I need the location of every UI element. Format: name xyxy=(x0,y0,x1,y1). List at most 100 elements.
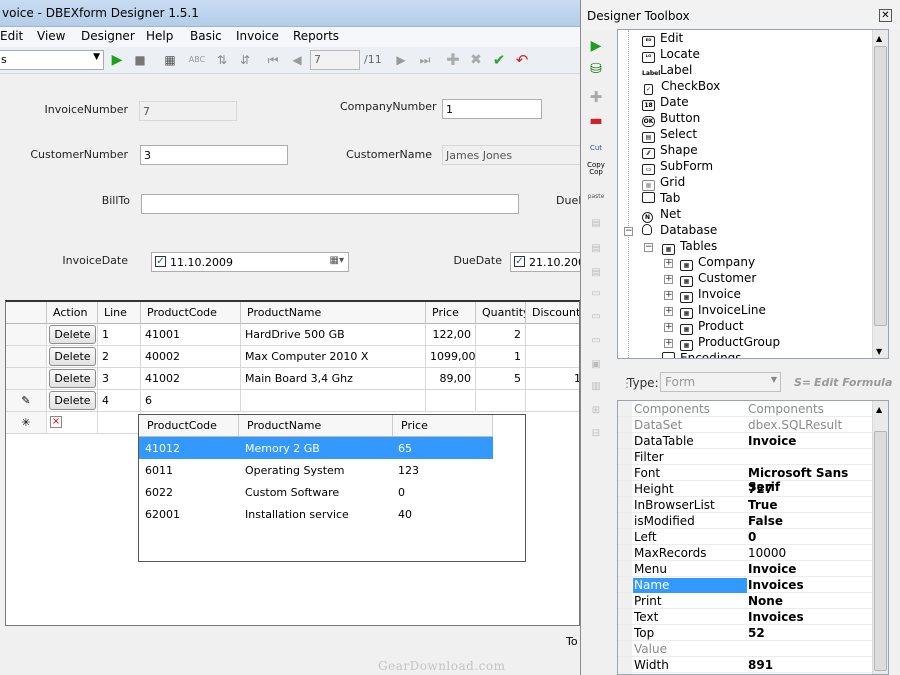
run-icon[interactable]: ▶ xyxy=(108,51,126,69)
tree-item-encodings[interactable]: Encodings xyxy=(662,351,742,358)
tree-item-customer[interactable]: ▦ Customer xyxy=(680,271,756,287)
cell-quantity[interactable]: 5 xyxy=(476,368,526,390)
col-quantity[interactable]: Quantity xyxy=(476,302,526,324)
cell-price[interactable]: 89,00 xyxy=(426,368,476,390)
company-expand-toggle[interactable]: + xyxy=(664,259,673,268)
due-date-field[interactable]: ✓ 21.10.2009 xyxy=(510,252,580,272)
calendar-icon[interactable]: ▦▾ xyxy=(330,255,344,266)
list-item[interactable]: 6022 Custom Software 0 xyxy=(139,481,493,503)
bill-to-field[interactable] xyxy=(141,194,519,214)
list-item[interactable]: 62001 Installation service 40 xyxy=(139,503,493,525)
type-select[interactable]: Form ▼ xyxy=(660,372,781,392)
property-row[interactable]: isModified False xyxy=(618,513,874,529)
col-action[interactable]: Action xyxy=(47,302,98,324)
order-icon[interactable]: ⊞ xyxy=(587,402,605,420)
cell-productcode[interactable]: 41001 xyxy=(141,324,241,346)
tree-item-grid[interactable]: ▦ Grid xyxy=(642,175,685,191)
edit-formula-button[interactable]: Edit Formula xyxy=(814,376,892,389)
tree-item-database[interactable]: Database xyxy=(642,223,717,239)
cell-productcode-editing[interactable]: 6 xyxy=(141,390,241,412)
tree-scrollbar[interactable]: ▲ ▼ xyxy=(872,30,888,358)
cell-line[interactable]: 1 xyxy=(98,324,141,346)
sort-asc-icon[interactable]: ⇅ xyxy=(213,51,231,69)
group-icon[interactable]: ⊟ xyxy=(587,425,605,443)
tree-item-company[interactable]: ▦ Company xyxy=(680,255,755,271)
customer-number-field[interactable]: 3 xyxy=(140,145,288,165)
tree-item-invoice[interactable]: ▦ Invoice xyxy=(680,287,741,303)
menu-edit[interactable]: Edit xyxy=(0,29,23,43)
cell-productname[interactable]: HardDrive 500 GB xyxy=(241,324,426,346)
new-row-asterisk-icon[interactable]: ✳ xyxy=(6,412,47,434)
run-icon[interactable]: ▶ xyxy=(587,37,605,55)
align-left-icon[interactable]: ▤ xyxy=(587,215,605,233)
menu-view[interactable]: View xyxy=(37,29,65,43)
edit-formula-icon[interactable]: S= xyxy=(794,376,811,389)
stop-icon[interactable]: ■ xyxy=(131,51,149,69)
cell-line[interactable]: 3 xyxy=(98,368,141,390)
property-row[interactable]: Components Components xyxy=(618,401,874,417)
remove-icon[interactable]: ▬ xyxy=(587,112,605,130)
cell-productcode[interactable]: 41002 xyxy=(141,368,241,390)
delete-row-button[interactable]: Delete xyxy=(49,391,96,410)
tree-item-tables[interactable]: ▦ Tables xyxy=(662,239,717,255)
productgroup-expand-toggle[interactable]: + xyxy=(664,339,673,348)
cell-quantity[interactable]: 1 xyxy=(476,346,526,368)
row-header[interactable] xyxy=(6,324,47,346)
property-row[interactable]: Filter xyxy=(618,449,874,465)
tree-item-tab[interactable]: Tab xyxy=(642,191,680,207)
invoice-date-checkbox[interactable]: ✓ xyxy=(155,256,166,267)
property-row[interactable]: Text Invoices xyxy=(618,609,874,625)
cell-discount[interactable] xyxy=(526,390,579,412)
popup-col-productname[interactable]: ProductName xyxy=(239,415,393,437)
invoice-expand-toggle[interactable]: + xyxy=(664,291,673,300)
last-record-icon[interactable]: ⏭ xyxy=(416,51,434,69)
property-row[interactable]: Height 727 xyxy=(618,481,874,497)
property-row[interactable]: Left 0 xyxy=(618,529,874,545)
property-row[interactable]: MaxRecords 10000 xyxy=(618,545,874,561)
align-middle-icon[interactable]: ▭ xyxy=(587,308,605,326)
properties-scrollbar[interactable]: ▲ xyxy=(872,401,888,674)
property-row[interactable]: DataTable Invoice xyxy=(618,433,874,449)
scroll-thumb[interactable] xyxy=(874,46,887,326)
cell-line[interactable]: 4 xyxy=(98,390,141,412)
abc-icon[interactable]: ABC xyxy=(188,51,206,69)
delete-record-icon[interactable]: ✖ xyxy=(467,51,485,69)
spacing-icon[interactable]: ▥ xyxy=(587,378,605,396)
property-row[interactable]: Value xyxy=(618,641,874,657)
edit-pencil-icon[interactable]: ✎ xyxy=(6,390,47,412)
new-row-cell[interactable] xyxy=(98,412,141,434)
cell-productname[interactable] xyxy=(241,390,426,412)
prev-record-icon[interactable]: ◀ xyxy=(288,51,306,69)
cell-productcode[interactable]: 40002 xyxy=(141,346,241,368)
cut-icon[interactable]: Cut xyxy=(587,139,605,157)
close-icon[interactable]: ✕ xyxy=(879,9,892,22)
cell-discount[interactable] xyxy=(526,346,579,368)
tree-item-checkbox[interactable]: ✓ CheckBox xyxy=(642,79,720,95)
cell-productname[interactable]: Main Board 3,4 Ghz xyxy=(241,368,426,390)
menu-designer[interactable]: Designer xyxy=(81,29,135,43)
tree-item-subform[interactable]: ▭ SubForm xyxy=(642,159,713,175)
list-item[interactable]: 6011 Operating System 123 xyxy=(139,459,493,481)
cell-quantity[interactable] xyxy=(476,390,526,412)
invoice-date-field[interactable]: ✓ 11.10.2009 ▦▾ xyxy=(151,252,349,272)
delete-row-button[interactable]: Delete xyxy=(49,325,96,344)
grid-view-icon[interactable]: ▦ xyxy=(161,51,179,69)
tree-item-edit[interactable]: ᴱᴰ Edit xyxy=(642,31,683,47)
list-item[interactable]: 41012 Memory 2 GB 65 xyxy=(139,437,493,459)
cell-price[interactable]: 1099,00 xyxy=(426,346,476,368)
add-record-icon[interactable]: ✚ xyxy=(444,51,462,69)
size-icon[interactable]: ▣ xyxy=(587,356,605,374)
undo-icon[interactable]: ↶ xyxy=(513,51,531,69)
cell-quantity[interactable]: 2 xyxy=(476,324,526,346)
customer-expand-toggle[interactable]: + xyxy=(664,275,673,284)
database-icon[interactable]: ⛁ xyxy=(587,60,605,78)
cell-discount[interactable] xyxy=(526,324,579,346)
cell-price[interactable]: 122,00 xyxy=(426,324,476,346)
col-line[interactable]: Line xyxy=(98,302,141,324)
property-row-selected[interactable]: Name Invoices xyxy=(618,577,874,593)
tree-item-invoiceline[interactable]: ▦ InvoiceLine xyxy=(680,303,766,319)
scroll-up-icon[interactable]: ▲ xyxy=(876,34,882,43)
save-check-icon[interactable]: ✔ xyxy=(490,51,508,69)
tree-item-label[interactable]: LabelLabel xyxy=(642,63,692,79)
tree-item-button[interactable]: OK Button xyxy=(642,111,700,127)
